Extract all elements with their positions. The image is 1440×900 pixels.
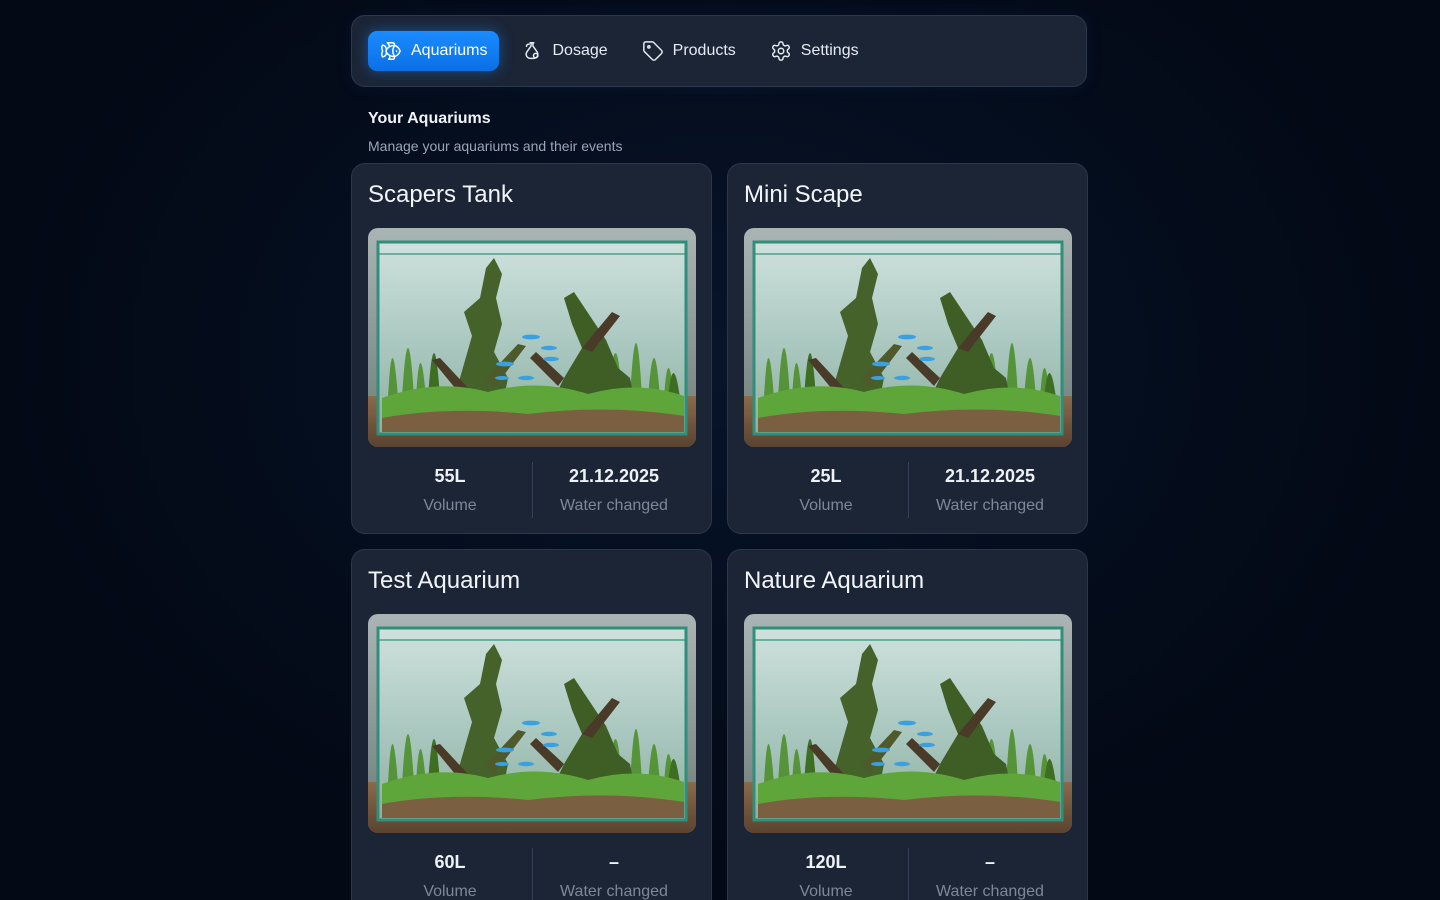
aquarium-illustration — [368, 228, 696, 447]
volume-label: Volume — [423, 883, 477, 900]
aquarium-card[interactable]: Test Aquarium 60L Volume – Water changed — [351, 549, 712, 900]
aquarium-name: Nature Aquarium — [744, 567, 925, 594]
aquarium-card[interactable]: Scapers Tank 55L Volume 21.12.2025 Water… — [351, 163, 712, 534]
nav-aquariums-label: Aquariums — [411, 42, 488, 59]
aquarium-name: Mini Scape — [744, 181, 863, 208]
aquarium-stats: 120L Volume – Water changed — [744, 848, 1072, 900]
aquarium-name: Scapers Tank — [368, 181, 513, 208]
volume-value: 60L — [434, 852, 466, 872]
aquarium-card[interactable]: Nature Aquarium 120L Volume – Water chan… — [727, 549, 1088, 900]
water-changed-label: Water changed — [936, 883, 1044, 900]
flask-icon — [525, 42, 540, 60]
volume-value: 25L — [810, 466, 842, 486]
aquarium-image — [744, 228, 1072, 447]
water-changed-stat: – Water changed — [908, 848, 1072, 900]
aquarium-illustration — [368, 614, 696, 833]
water-changed-stat: 21.12.2025 Water changed — [532, 462, 696, 518]
nav-dosage-label: Dosage — [552, 42, 608, 59]
water-changed-label: Water changed — [560, 883, 668, 900]
volume-label: Volume — [423, 497, 477, 514]
aquarium-name: Test Aquarium — [368, 567, 521, 594]
volume-stat: 120L Volume — [744, 848, 908, 900]
aquarium-image — [368, 614, 696, 833]
water-changed-value: – — [984, 852, 995, 872]
nav-settings[interactable]: Settings — [758, 31, 871, 71]
nav-dosage[interactable]: Dosage — [509, 31, 619, 71]
aquarium-card[interactable]: Mini Scape 25L Volume 21.12.2025 Water c… — [727, 163, 1088, 534]
fish-icon — [381, 42, 401, 60]
aquarium-stats: 25L Volume 21.12.2025 Water changed — [744, 462, 1072, 518]
page: Aquariums Dosage Products Settings Your … — [0, 0, 1440, 900]
section-subtitle: Manage your aquariums and their events — [368, 138, 623, 154]
water-changed-value: 21.12.2025 — [568, 466, 660, 486]
water-changed-value: 21.12.2025 — [944, 466, 1036, 486]
aquarium-illustration — [744, 614, 1072, 833]
aquarium-image — [744, 614, 1072, 833]
volume-value: 120L — [805, 852, 847, 872]
nav-products-label: Products — [672, 42, 736, 59]
aquarium-illustration — [744, 228, 1072, 447]
water-changed-stat: 21.12.2025 Water changed — [908, 462, 1072, 518]
aquarium-stats: 60L Volume – Water changed — [368, 848, 696, 900]
water-changed-label: Water changed — [936, 497, 1044, 514]
volume-stat: 25L Volume — [744, 462, 908, 518]
section-title: Your Aquariums — [368, 110, 491, 127]
volume-stat: 55L Volume — [368, 462, 532, 518]
volume-label: Volume — [799, 883, 853, 900]
water-changed-label: Water changed — [560, 497, 668, 514]
aquarium-stats: 55L Volume 21.12.2025 Water changed — [368, 462, 696, 518]
gear-icon — [771, 41, 790, 61]
water-changed-stat: – Water changed — [532, 848, 696, 900]
nav-products[interactable]: Products — [630, 31, 748, 71]
volume-stat: 60L Volume — [368, 848, 532, 900]
volume-value: 55L — [434, 466, 466, 486]
tag-icon — [642, 41, 663, 61]
nav-aquariums[interactable]: Aquariums — [368, 31, 500, 71]
nav-settings-label: Settings — [800, 42, 859, 59]
water-changed-value: – — [608, 852, 619, 872]
aquarium-image — [368, 228, 696, 447]
main-nav: Aquariums Dosage Products Settings — [351, 15, 1087, 87]
volume-label: Volume — [799, 497, 853, 514]
